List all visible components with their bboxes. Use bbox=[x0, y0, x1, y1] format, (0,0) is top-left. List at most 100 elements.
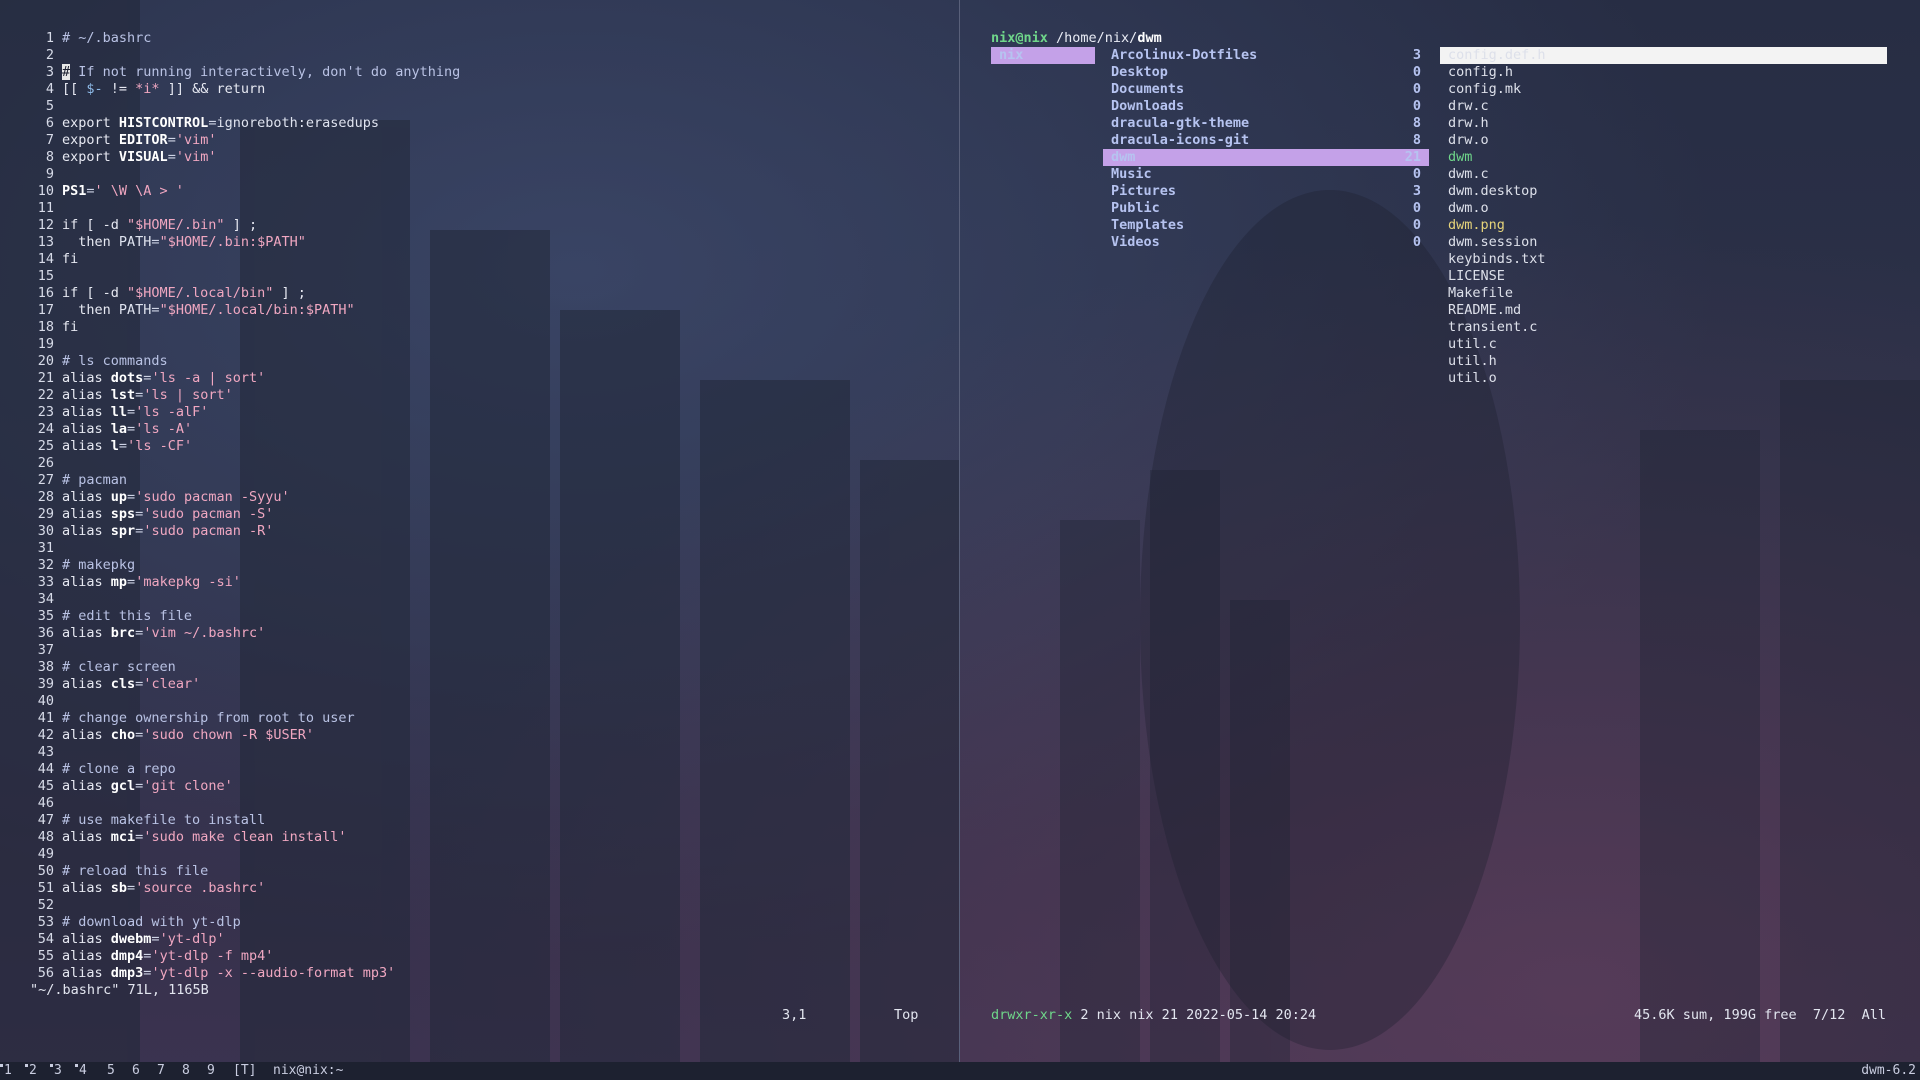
line-number: 30 bbox=[37, 523, 54, 539]
code-token: = bbox=[151, 234, 160, 250]
code-token: mci bbox=[110, 829, 136, 845]
file-item[interactable]: util.o bbox=[1440, 370, 1887, 387]
vim-scroll-position: Top bbox=[894, 1007, 919, 1023]
file-item[interactable]: dwm bbox=[1440, 149, 1887, 166]
file-item[interactable]: config.def.h bbox=[1440, 47, 1887, 64]
code-token: VISUAL bbox=[118, 149, 168, 165]
line-number: 7 bbox=[45, 132, 54, 148]
dir-item[interactable]: Pictures 3 bbox=[1103, 183, 1429, 200]
code-line: 33 alias mp='makepkg -si' bbox=[0, 574, 958, 591]
dir-name: Templates bbox=[1111, 217, 1185, 233]
dir-item[interactable]: Arcolinux-Dotfiles 3 bbox=[1103, 47, 1429, 64]
code-line: 44 # clone a repo bbox=[0, 761, 958, 778]
code-line: 11 bbox=[0, 200, 958, 217]
file-item[interactable]: util.h bbox=[1440, 353, 1887, 370]
code-line: 12 if [ -d "$HOME/.bin" ] ; bbox=[0, 217, 958, 234]
code-line: 18 fi bbox=[0, 319, 958, 336]
layout-indicator[interactable]: [T] bbox=[233, 1062, 256, 1080]
code-line: 26 bbox=[0, 455, 958, 472]
lf-directory-column[interactable]: Arcolinux-Dotfiles 3 Desktop 0 Documents 0 Dow… bbox=[1103, 47, 1429, 251]
lf-parent-column[interactable]: nix bbox=[991, 47, 1095, 64]
file-item[interactable]: keybinds.txt bbox=[1440, 251, 1887, 268]
code-line: 56 alias dmp3='yt-dlp -x --audio-format m… bbox=[0, 965, 958, 982]
file-item[interactable]: Makefile bbox=[1440, 285, 1887, 302]
code-token: alias bbox=[62, 489, 111, 505]
file-item[interactable]: dwm.png bbox=[1440, 217, 1887, 234]
file-item[interactable]: drw.c bbox=[1440, 98, 1887, 115]
code-token: spr bbox=[110, 523, 136, 539]
dir-item[interactable]: Documents 0 bbox=[1103, 81, 1429, 98]
lf-preview-column[interactable]: config.def.h config.h config.mk drw.c drw.h d… bbox=[1440, 47, 1887, 387]
code-token: 'vim' bbox=[175, 132, 217, 148]
code-token: = bbox=[127, 574, 136, 590]
code-line: 15 bbox=[0, 268, 958, 285]
code-token: = bbox=[86, 183, 95, 199]
code-line: 40 bbox=[0, 693, 958, 710]
code-token: PATH bbox=[118, 302, 152, 318]
code-line: 45 alias gcl='git clone' bbox=[0, 778, 958, 795]
code-line: 19 bbox=[0, 336, 958, 353]
code-token: alias bbox=[62, 370, 111, 386]
file-item[interactable]: drw.h bbox=[1440, 115, 1887, 132]
code-token: HISTCONTROL bbox=[118, 115, 209, 131]
code-token: 'yt-dlp -x --audio-format mp3' bbox=[151, 965, 396, 981]
code-token: # download with yt-dlp bbox=[62, 914, 241, 930]
line-number: 54 bbox=[37, 931, 54, 947]
tag-8[interactable]: 8 bbox=[182, 1062, 190, 1080]
code-token: 'vim' bbox=[175, 149, 217, 165]
code-line: 1 # ~/.bashrc bbox=[0, 30, 958, 47]
tag-6[interactable]: 6 bbox=[132, 1062, 140, 1080]
dir-item[interactable]: Public 0 bbox=[1103, 200, 1429, 217]
vim-editor[interactable]: 1 # ~/.bashrc 2 3 # If not running interacti… bbox=[0, 30, 958, 982]
code-line: 52 bbox=[0, 897, 958, 914]
code-line: 48 alias mci='sudo make clean install' bbox=[0, 829, 958, 846]
code-token: alias bbox=[62, 387, 111, 403]
vim-message-line: "~/.bashrc" 71L, 1165B bbox=[30, 982, 209, 998]
file-item[interactable]: util.c bbox=[1440, 336, 1887, 353]
code-token: "$HOME/.local/bin" bbox=[127, 285, 274, 301]
file-item[interactable]: dwm.c bbox=[1440, 166, 1887, 183]
code-token: alias bbox=[62, 948, 111, 964]
file-item[interactable]: README.md bbox=[1440, 302, 1887, 319]
file-item[interactable]: transient.c bbox=[1440, 319, 1887, 336]
parent-dir-item[interactable]: nix bbox=[991, 47, 1095, 64]
code-token: then bbox=[62, 302, 119, 318]
tag-7[interactable]: 7 bbox=[157, 1062, 165, 1080]
line-number: 36 bbox=[37, 625, 54, 641]
code-token: 'ls | sort' bbox=[143, 387, 233, 403]
line-number: 50 bbox=[37, 863, 54, 879]
code-token: 'ls -a | sort' bbox=[151, 370, 266, 386]
code-token: # makepkg bbox=[62, 557, 136, 573]
line-number: 9 bbox=[45, 166, 54, 182]
file-item[interactable]: LICENSE bbox=[1440, 268, 1887, 285]
dir-item[interactable]: dracula-gtk-theme 8 bbox=[1103, 115, 1429, 132]
tag-9[interactable]: 9 bbox=[207, 1062, 215, 1080]
dir-item[interactable]: Downloads 0 bbox=[1103, 98, 1429, 115]
code-token: la bbox=[110, 421, 128, 437]
tag-1[interactable]: 1 bbox=[0, 1062, 12, 1080]
file-item[interactable]: dwm.desktop bbox=[1440, 183, 1887, 200]
line-number: 14 bbox=[37, 251, 54, 267]
tag-2[interactable]: 2 bbox=[25, 1062, 37, 1080]
file-item[interactable]: drw.o bbox=[1440, 132, 1887, 149]
file-item[interactable]: config.mk bbox=[1440, 81, 1887, 98]
dir-item[interactable]: Desktop 0 bbox=[1103, 64, 1429, 81]
tag-5[interactable]: 5 bbox=[107, 1062, 115, 1080]
code-token: alias bbox=[62, 727, 111, 743]
file-item[interactable]: dwm.session bbox=[1440, 234, 1887, 251]
code-token: ' \W \A > ' bbox=[94, 183, 184, 199]
code-line: 7 export EDITOR='vim' bbox=[0, 132, 958, 149]
code-token: dmp4 bbox=[110, 948, 144, 964]
dir-item[interactable]: Videos 0 bbox=[1103, 234, 1429, 251]
tag-4[interactable]: 4 bbox=[75, 1062, 87, 1080]
code-token: = bbox=[127, 489, 136, 505]
tag-3[interactable]: 3 bbox=[50, 1062, 62, 1080]
file-item[interactable]: dwm.o bbox=[1440, 200, 1887, 217]
dir-item[interactable]: dracula-icons-git 8 bbox=[1103, 132, 1429, 149]
dir-count: 3 bbox=[1412, 47, 1421, 63]
dir-item[interactable]: dwm 21 bbox=[1103, 149, 1429, 166]
file-item[interactable]: config.h bbox=[1440, 64, 1887, 81]
dir-name: Downloads bbox=[1111, 98, 1185, 114]
dir-item[interactable]: Templates 0 bbox=[1103, 217, 1429, 234]
dir-item[interactable]: Music 0 bbox=[1103, 166, 1429, 183]
